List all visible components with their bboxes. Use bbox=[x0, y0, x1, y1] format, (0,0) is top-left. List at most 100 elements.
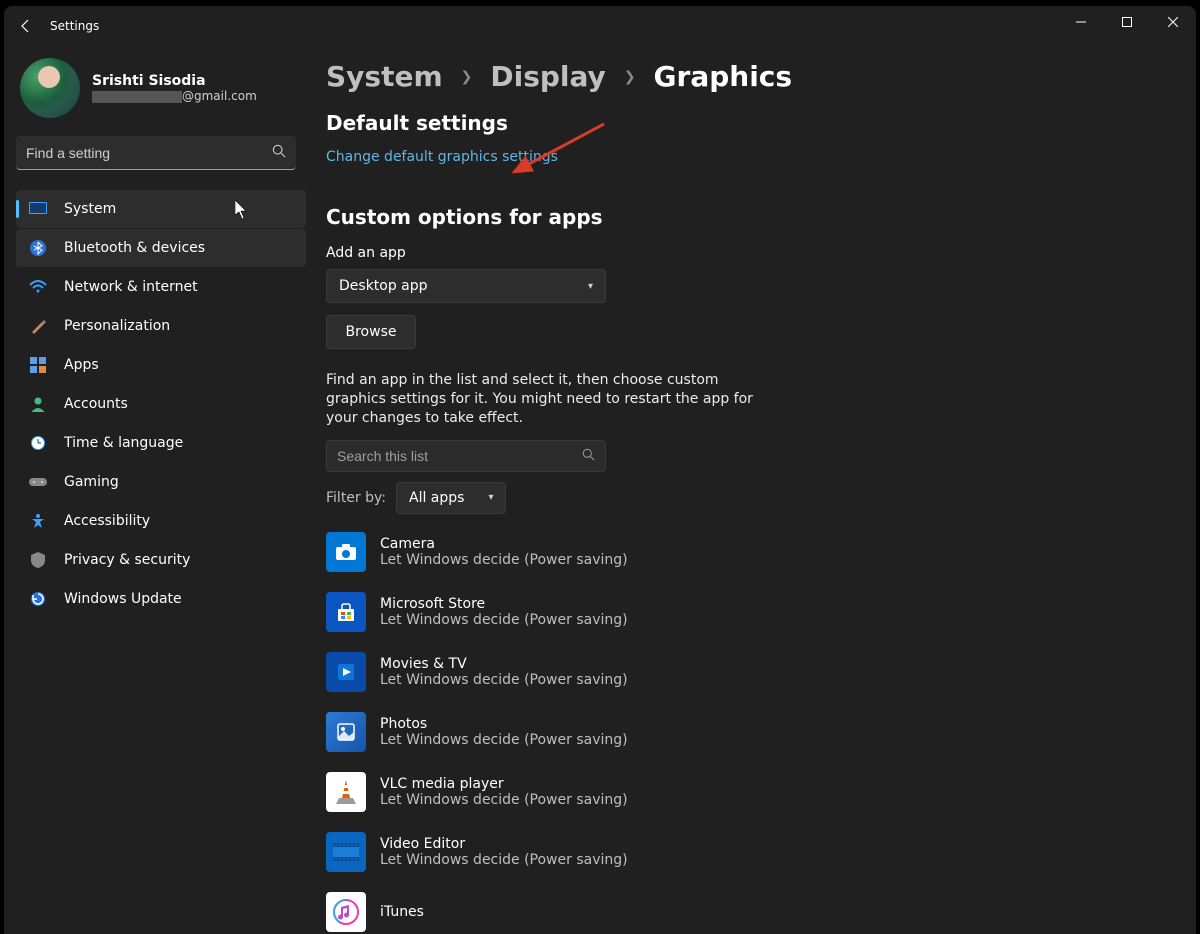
app-sub: Let Windows decide (Power saving) bbox=[380, 792, 628, 808]
crumb-system[interactable]: System bbox=[326, 60, 443, 93]
nav: System Bluetooth & devices Network & int… bbox=[16, 190, 306, 618]
person-icon bbox=[28, 396, 48, 412]
default-settings-heading: Default settings bbox=[326, 111, 1176, 135]
crumb-graphics: Graphics bbox=[654, 60, 793, 93]
custom-options-heading: Custom options for apps bbox=[326, 205, 1176, 229]
chevron-right-icon: ❯ bbox=[461, 69, 473, 85]
settings-window: Settings Srishti Sisodia @gmail.com Syst… bbox=[4, 6, 1196, 934]
app-name: Microsoft Store bbox=[380, 596, 628, 612]
nav-gaming[interactable]: Gaming bbox=[16, 463, 306, 501]
crumb-display[interactable]: Display bbox=[490, 60, 605, 93]
find-setting-search[interactable] bbox=[16, 136, 296, 170]
main-content: System ❯ Display ❯ Graphics Default sett… bbox=[326, 60, 1176, 934]
window-title: Settings bbox=[50, 19, 99, 33]
app-sub: Let Windows decide (Power saving) bbox=[380, 852, 628, 868]
app-row-photos[interactable]: PhotosLet Windows decide (Power saving) bbox=[326, 712, 1176, 752]
nav-label: Bluetooth & devices bbox=[64, 240, 205, 256]
paint-icon bbox=[28, 317, 48, 335]
maximize-button[interactable] bbox=[1104, 6, 1150, 38]
update-icon bbox=[28, 591, 48, 607]
email-hidden-part bbox=[92, 91, 182, 103]
app-row-camera[interactable]: CameraLet Windows decide (Power saving) bbox=[326, 532, 1176, 572]
app-row-store[interactable]: Microsoft StoreLet Windows decide (Power… bbox=[326, 592, 1176, 632]
back-button[interactable] bbox=[4, 18, 48, 34]
app-name: Movies & TV bbox=[380, 656, 628, 672]
app-row-itunes[interactable]: iTunes bbox=[326, 892, 1176, 932]
gamepad-icon bbox=[28, 475, 48, 489]
sidebar: Srishti Sisodia @gmail.com System Blueto… bbox=[16, 58, 306, 618]
nav-update[interactable]: Windows Update bbox=[16, 580, 306, 618]
nav-label: Gaming bbox=[64, 474, 119, 490]
app-sub: Let Windows decide (Power saving) bbox=[380, 732, 628, 748]
custom-options-description: Find an app in the list and select it, t… bbox=[326, 371, 766, 428]
shield-icon bbox=[28, 552, 48, 568]
select-value: Desktop app bbox=[339, 278, 428, 294]
clock-icon bbox=[28, 435, 48, 451]
app-row-vlc[interactable]: VLC media playerLet Windows decide (Powe… bbox=[326, 772, 1176, 812]
apps-icon bbox=[28, 357, 48, 373]
nav-system[interactable]: System bbox=[16, 190, 306, 228]
user-name: Srishti Sisodia bbox=[92, 73, 257, 89]
filter-value: All apps bbox=[409, 490, 464, 506]
app-row-movies[interactable]: Movies & TVLet Windows decide (Power sav… bbox=[326, 652, 1176, 692]
display-icon bbox=[28, 202, 48, 216]
bluetooth-icon bbox=[28, 240, 48, 256]
avatar bbox=[20, 58, 80, 118]
chevron-down-icon: ▾ bbox=[488, 492, 493, 503]
minimize-button[interactable] bbox=[1058, 6, 1104, 38]
nav-label: Network & internet bbox=[64, 279, 198, 295]
camera-app-icon bbox=[326, 532, 366, 572]
filter-by-label: Filter by: bbox=[326, 490, 386, 506]
breadcrumb: System ❯ Display ❯ Graphics bbox=[326, 60, 1176, 93]
nav-accounts[interactable]: Accounts bbox=[16, 385, 306, 423]
movies-app-icon bbox=[326, 652, 366, 692]
nav-label: Apps bbox=[64, 357, 99, 373]
chevron-down-icon: ▾ bbox=[588, 281, 593, 292]
change-default-graphics-link[interactable]: Change default graphics settings bbox=[326, 149, 558, 165]
vlc-app-icon bbox=[326, 772, 366, 812]
nav-apps[interactable]: Apps bbox=[16, 346, 306, 384]
app-list-search[interactable] bbox=[326, 440, 606, 472]
app-name: Video Editor bbox=[380, 836, 628, 852]
app-sub: Let Windows decide (Power saving) bbox=[380, 672, 628, 688]
nav-label: Personalization bbox=[64, 318, 170, 334]
app-type-select[interactable]: Desktop app ▾ bbox=[326, 269, 606, 303]
app-sub: Let Windows decide (Power saving) bbox=[380, 552, 628, 568]
nav-accessibility[interactable]: Accessibility bbox=[16, 502, 306, 540]
close-button[interactable] bbox=[1150, 6, 1196, 38]
user-email: @gmail.com bbox=[92, 89, 257, 103]
app-name: iTunes bbox=[380, 904, 424, 920]
user-block[interactable]: Srishti Sisodia @gmail.com bbox=[20, 58, 306, 118]
photos-app-icon bbox=[326, 712, 366, 752]
nav-time[interactable]: Time & language bbox=[16, 424, 306, 462]
accessibility-icon bbox=[28, 513, 48, 529]
app-list-search-input[interactable] bbox=[337, 448, 582, 464]
browse-button[interactable]: Browse bbox=[326, 315, 416, 349]
search-icon bbox=[582, 446, 595, 465]
search-input[interactable] bbox=[26, 145, 272, 161]
chevron-right-icon: ❯ bbox=[624, 69, 636, 85]
search-icon bbox=[272, 143, 286, 162]
app-name: VLC media player bbox=[380, 776, 628, 792]
nav-label: Time & language bbox=[64, 435, 183, 451]
app-name: Camera bbox=[380, 536, 628, 552]
nav-label: Privacy & security bbox=[64, 552, 190, 568]
nav-label: Accessibility bbox=[64, 513, 150, 529]
add-an-app-label: Add an app bbox=[326, 245, 1176, 261]
nav-personalization[interactable]: Personalization bbox=[16, 307, 306, 345]
nav-label: Windows Update bbox=[64, 591, 182, 607]
store-app-icon bbox=[326, 592, 366, 632]
video-editor-app-icon bbox=[326, 832, 366, 872]
app-sub: Let Windows decide (Power saving) bbox=[380, 612, 628, 628]
nav-bluetooth[interactable]: Bluetooth & devices bbox=[16, 229, 306, 267]
app-row-video-editor[interactable]: Video EditorLet Windows decide (Power sa… bbox=[326, 832, 1176, 872]
titlebar: Settings bbox=[4, 6, 1196, 46]
wifi-icon bbox=[28, 280, 48, 294]
app-name: Photos bbox=[380, 716, 628, 732]
nav-label: Accounts bbox=[64, 396, 128, 412]
itunes-app-icon bbox=[326, 892, 366, 932]
filter-select[interactable]: All apps ▾ bbox=[396, 482, 506, 514]
nav-network[interactable]: Network & internet bbox=[16, 268, 306, 306]
app-list: CameraLet Windows decide (Power saving) … bbox=[326, 532, 1176, 932]
nav-privacy[interactable]: Privacy & security bbox=[16, 541, 306, 579]
